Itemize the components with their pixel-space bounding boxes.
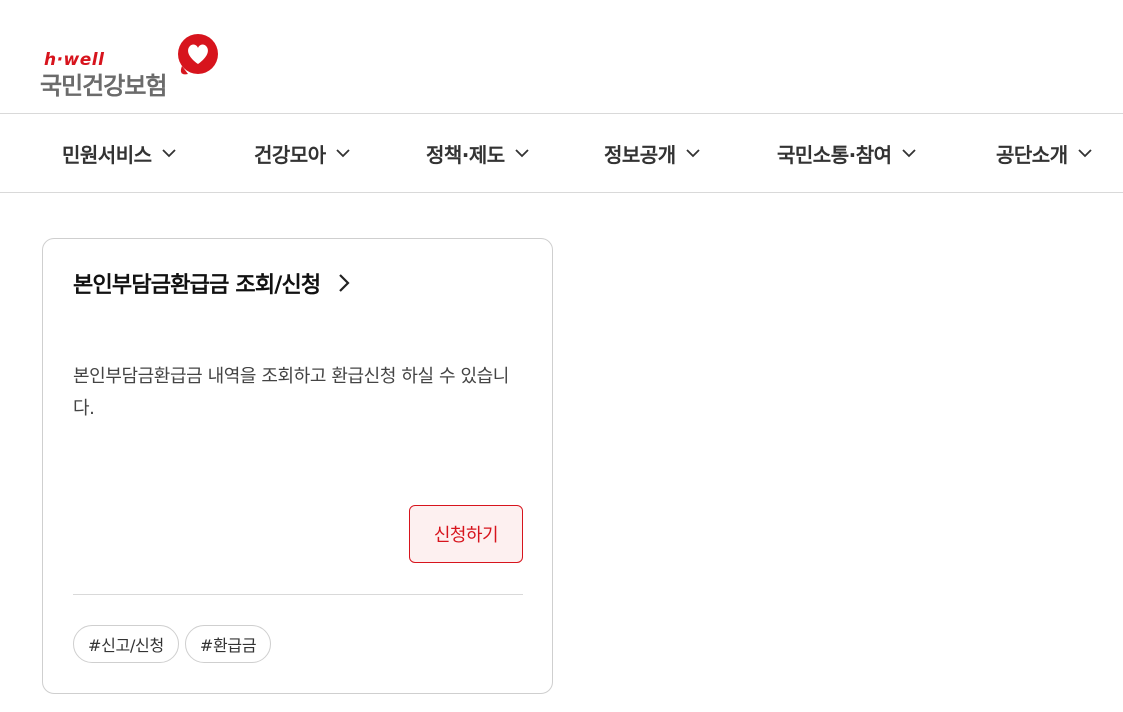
card-description: 본인부담금환급금 내역을 조회하고 환급신청 하실 수 있습니다. (73, 366, 509, 419)
chevron-right-icon (339, 274, 350, 292)
nav-item-label: 정보공개 (604, 142, 676, 167)
chevron-down-icon (161, 149, 176, 158)
chevron-down-icon (1077, 149, 1092, 158)
nav-item-disclosure[interactable]: 정보공개 (604, 114, 700, 192)
chevron-down-icon (901, 149, 916, 158)
chevron-down-icon (685, 149, 700, 158)
nav-item-label: 국민소통·참여 (777, 142, 892, 167)
site-header: h·well 국민건강보험 (0, 0, 1123, 114)
nav-item-label: 정책·제도 (426, 142, 505, 167)
card-divider (73, 594, 523, 595)
tag-refund[interactable]: #환급금 (184, 625, 272, 663)
heart-logo-icon (178, 34, 218, 75)
card-title: 본인부담금환급금 조회/신청 (73, 273, 321, 298)
tag-list: #신고/신청 #환급금 (73, 625, 272, 663)
nav-item-label: 민원서비스 (62, 142, 152, 167)
site-logo[interactable]: h·well 국민건강보험 (40, 30, 230, 100)
service-card: 본인부담금환급금 조회/신청 본인부담금환급금 내역을 조회하고 환급신청 하실… (42, 238, 553, 694)
nav-item-about[interactable]: 공단소개 (996, 114, 1092, 192)
card-title-link[interactable]: 본인부담금환급금 조회/신청 (73, 267, 352, 299)
nav-item-civil-service[interactable]: 민원서비스 (62, 114, 176, 192)
logo-title: 국민건강보험 (40, 72, 167, 100)
chevron-down-icon (335, 149, 350, 158)
chevron-down-icon (515, 149, 529, 158)
nav-item-participation[interactable]: 국민소통·참여 (777, 114, 916, 192)
nav-item-label: 공단소개 (996, 142, 1068, 167)
apply-button[interactable]: 신청하기 (409, 505, 523, 563)
nav-item-health-moa[interactable]: 건강모아 (254, 114, 350, 192)
tag-report-apply[interactable]: #신고/신청 (73, 625, 179, 663)
nav-item-policy[interactable]: 정책·제도 (426, 114, 529, 192)
nav-item-label: 건강모아 (254, 142, 326, 167)
main-navigation: 민원서비스 건강모아 정책·제도 정보공개 국민소통·참여 공단소개 (0, 114, 1123, 193)
